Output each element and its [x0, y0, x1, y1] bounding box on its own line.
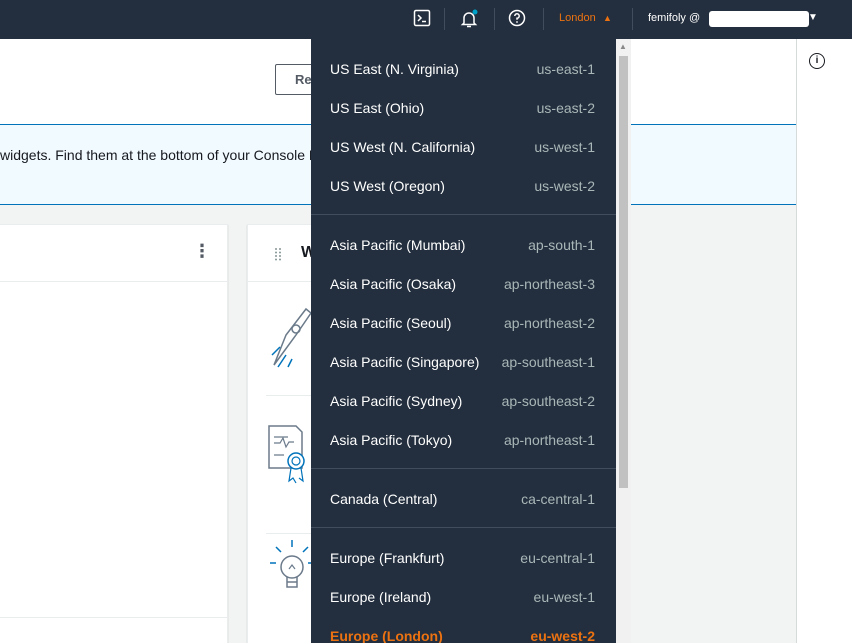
region-code: us-west-1 — [534, 139, 595, 155]
region-code: eu-west-1 — [533, 589, 595, 605]
region-code: us-east-2 — [536, 100, 595, 116]
widget-divider — [0, 617, 227, 618]
region-item-us-west-2[interactable]: US West (Oregon) us-west-2 — [311, 167, 631, 206]
welcome-widget: W — [247, 224, 326, 643]
region-name: Asia Pacific (Seoul) — [330, 315, 452, 331]
widget-header: W — [248, 225, 316, 282]
region-name: US West (N. California) — [330, 139, 476, 155]
question-icon[interactable] — [508, 9, 528, 29]
caret-down-icon[interactable]: ▼ — [808, 12, 818, 23]
region-code: ca-central-1 — [521, 491, 595, 507]
redacted-account-id — [709, 11, 809, 27]
region-name: Europe (London) — [330, 628, 443, 643]
region-name: Asia Pacific (Tokyo) — [330, 432, 453, 448]
lightbulb-icon — [270, 540, 314, 588]
region-name: Asia Pacific (Sydney) — [330, 393, 463, 409]
region-item-ap-south-1[interactable]: Asia Pacific (Mumbai) ap-south-1 — [311, 226, 631, 265]
region-item-us-west-1[interactable]: US West (N. California) us-west-1 — [311, 128, 631, 167]
region-item-eu-west-2[interactable]: Europe (London) eu-west-2 — [311, 617, 631, 643]
region-group: Europe (Frankfurt) eu-central-1 Europe (… — [311, 528, 631, 643]
terminal-icon[interactable] — [413, 9, 433, 29]
region-name: Asia Pacific (Osaka) — [330, 276, 457, 292]
region-code: ap-northeast-2 — [503, 315, 595, 331]
region-code: ap-south-1 — [528, 237, 595, 253]
dropdown-scrollbar[interactable]: ▲ — [616, 39, 631, 643]
nav-divider — [632, 8, 633, 30]
region-item-us-east-1[interactable]: US East (N. Virginia) us-east-1 — [311, 50, 631, 89]
region-item-eu-west-1[interactable]: Europe (Ireland) eu-west-1 — [311, 578, 631, 617]
region-item-ap-southeast-2[interactable]: Asia Pacific (Sydney) ap-southeast-2 — [311, 382, 631, 421]
utility-panel: i — [796, 39, 852, 643]
region-code: us-east-1 — [536, 61, 595, 77]
region-name: Canada (Central) — [330, 491, 438, 507]
region-group: US East (N. Virginia) us-east-1 US East … — [311, 39, 631, 215]
caret-up-icon[interactable]: ▲ — [603, 13, 612, 23]
region-item-ap-northeast-2[interactable]: Asia Pacific (Seoul) ap-northeast-2 — [311, 304, 631, 343]
more-options-icon[interactable]: ⋮ — [193, 242, 211, 260]
rocket-icon — [271, 307, 313, 368]
region-code: eu-central-1 — [520, 550, 595, 566]
scroll-up-icon[interactable]: ▲ — [619, 42, 627, 51]
nav-divider — [543, 8, 544, 30]
region-name: US East (N. Virginia) — [330, 61, 459, 77]
region-code: ap-southeast-2 — [501, 393, 595, 409]
scrollbar-thumb[interactable] — [619, 56, 628, 488]
region-item-ca-central-1[interactable]: Canada (Central) ca-central-1 — [311, 480, 631, 519]
region-name: Europe (Ireland) — [330, 589, 432, 605]
certificate-icon — [268, 425, 305, 484]
widget-panel: ⋮ — [0, 224, 228, 643]
region-group: Asia Pacific (Mumbai) ap-south-1 Asia Pa… — [311, 215, 631, 469]
region-selector-button[interactable]: London — [559, 12, 596, 24]
region-name: Asia Pacific (Singapore) — [330, 354, 480, 370]
region-code: ap-northeast-3 — [503, 276, 595, 292]
region-name: Asia Pacific (Mumbai) — [330, 237, 466, 253]
region-code: ap-southeast-1 — [501, 354, 595, 370]
info-icon[interactable]: i — [809, 53, 825, 69]
region-item-eu-central-1[interactable]: Europe (Frankfurt) eu-central-1 — [311, 539, 631, 578]
account-menu-button[interactable]: femifoly @ — [648, 12, 700, 24]
region-group: Canada (Central) ca-central-1 — [311, 469, 631, 528]
region-item-us-east-2[interactable]: US East (Ohio) us-east-2 — [311, 89, 631, 128]
region-name: US West (Oregon) — [330, 178, 445, 194]
top-navigation-bar: London ▲ femifoly @ ▼ — [0, 0, 852, 39]
region-item-ap-southeast-1[interactable]: Asia Pacific (Singapore) ap-southeast-1 — [311, 343, 631, 382]
widget-header: ⋮ — [0, 225, 227, 282]
region-code: eu-west-2 — [530, 628, 595, 643]
drag-handle-icon[interactable] — [274, 247, 282, 261]
region-dropdown-menu: US East (N. Virginia) us-east-1 US East … — [311, 39, 631, 643]
region-code: ap-northeast-1 — [503, 432, 595, 448]
region-name: US East (Ohio) — [330, 100, 425, 116]
region-item-ap-northeast-1[interactable]: Asia Pacific (Tokyo) ap-northeast-1 — [311, 421, 631, 460]
bell-icon[interactable] — [459, 9, 479, 29]
banner-text: widgets. Find them at the bottom of your… — [0, 147, 320, 163]
region-name: Europe (Frankfurt) — [330, 550, 445, 566]
region-code: us-west-2 — [534, 178, 595, 194]
region-item-ap-northeast-3[interactable]: Asia Pacific (Osaka) ap-northeast-3 — [311, 265, 631, 304]
nav-divider — [494, 8, 495, 30]
nav-divider — [444, 8, 445, 30]
